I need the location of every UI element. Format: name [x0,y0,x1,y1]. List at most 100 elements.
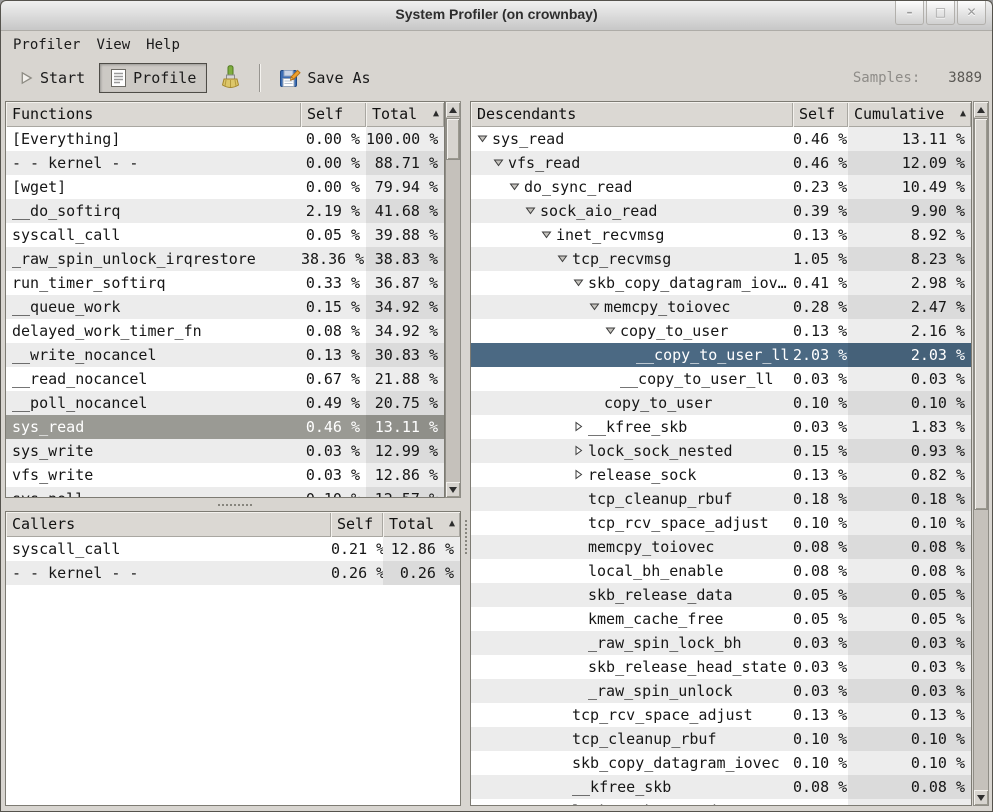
table-row[interactable]: syscall_call0.05 %39.88 % [6,223,444,247]
expander-open-icon[interactable] [541,223,556,247]
table-row[interactable]: [wget]0.00 %79.94 % [6,175,444,199]
expander-open-icon[interactable] [509,175,524,199]
menu-profiler[interactable]: Profiler [5,32,88,58]
table-row[interactable]: - - kernel - -0.00 %88.71 % [6,151,444,175]
scrollbar-thumb[interactable] [446,118,460,160]
functions-panel: Functions Self Total▲ [Everything]0.00 %… [5,101,445,498]
expander-open-icon[interactable] [605,319,620,343]
column-header-self[interactable]: Self [793,102,848,127]
function-name-cell: delayed_work_timer_fn [6,319,301,343]
menu-view[interactable]: View [88,32,138,58]
scroll-down-button[interactable] [974,790,988,805]
table-row[interactable]: __queue_work0.15 %34.92 % [6,295,444,319]
column-header-cumulative[interactable]: Cumulative▲ [848,102,971,127]
expander-open-icon[interactable] [525,199,540,223]
tree-row[interactable]: sock_aio_read0.39 %9.90 % [471,199,971,223]
table-row[interactable]: __write_nocancel0.13 %30.83 % [6,343,444,367]
tree-row[interactable]: local_bh_enable0.08 %0.08 % [471,559,971,583]
expander-open-icon[interactable] [557,247,572,271]
minimize-button[interactable]: – [895,1,924,25]
table-row[interactable]: _raw_spin_unlock_irqrestore38.36 %38.83 … [6,247,444,271]
expander-closed-icon[interactable] [573,439,588,463]
tree-row[interactable]: copy_to_user0.10 %0.10 % [471,391,971,415]
table-row[interactable]: syscall_call0.21 %12.86 % [6,537,460,561]
close-button[interactable]: ✕ [957,1,986,25]
column-header-total[interactable]: Total▲ [366,102,444,127]
expander-open-icon[interactable] [493,151,508,175]
expander-closed-icon[interactable] [573,463,588,487]
tree-row[interactable]: release_sock0.13 %0.82 % [471,463,971,487]
function-name: sys_read [12,415,84,439]
tree-row[interactable]: __kfree_skb0.08 %0.08 % [471,775,971,799]
tree-row[interactable]: kmem_cache_free0.05 %0.05 % [471,607,971,631]
tree-row[interactable]: sys_read0.46 %13.11 % [471,127,971,151]
maximize-button[interactable]: □ [926,1,955,25]
save-as-button[interactable]: Save As [271,63,378,93]
table-row[interactable]: delayed_work_timer_fn0.08 %34.92 % [6,319,444,343]
scroll-up-button[interactable] [974,102,988,117]
tree-row[interactable]: tcp_cleanup_rbuf0.10 %0.10 % [471,727,971,751]
menu-help[interactable]: Help [138,32,188,58]
function-name: __read_nocancel [12,367,147,391]
descendants-scrollbar[interactable] [973,101,989,806]
scroll-down-button[interactable] [446,482,460,497]
self-value: 0.49 % [301,391,366,415]
scrollbar-thumb[interactable] [974,118,988,510]
column-header-callers[interactable]: Callers [6,512,331,537]
tree-row[interactable]: do_sync_read0.23 %10.49 % [471,175,971,199]
splitter-grip [464,519,468,555]
tree-row[interactable]: _raw_spin_lock_bh0.03 %0.03 % [471,631,971,655]
table-row[interactable]: vfs_write0.03 %12.86 % [6,463,444,487]
tree-row[interactable]: tcp_recvmsg1.05 %8.23 % [471,247,971,271]
expander-open-icon[interactable] [573,271,588,295]
tree-row[interactable]: skb_copy_datagram_iovec0.10 %0.10 % [471,751,971,775]
functions-scrollbar[interactable] [445,101,461,498]
expander-open-icon[interactable] [589,295,604,319]
function-name: delayed_work_timer_fn [12,319,202,343]
table-row[interactable]: __read_nocancel0.67 %21.88 % [6,367,444,391]
column-header-self[interactable]: Self [331,512,383,537]
table-row[interactable]: sys_read0.46 %13.11 % [6,415,444,439]
scroll-up-button[interactable] [446,102,460,117]
table-row[interactable]: __poll_nocancel0.49 %20.75 % [6,391,444,415]
tree-row[interactable]: memcpy_toiovec0.08 %0.08 % [471,535,971,559]
tree-row[interactable]: inet_recvmsg0.13 %8.92 % [471,223,971,247]
titlebar[interactable]: System Profiler (on crownbay) – □ ✕ [1,1,992,31]
reset-button[interactable] [211,61,249,95]
tree-row[interactable]: skb_copy_datagram_iov…0.41 %2.98 % [471,271,971,295]
table-row[interactable]: [Everything]0.00 %100.00 % [6,127,444,151]
tree-row[interactable]: __copy_to_user_ll2.03 %2.03 % [471,343,971,367]
table-row[interactable]: sys_poll0.10 %12.57 % [6,487,444,497]
vertical-splitter[interactable] [461,101,470,806]
tree-row[interactable]: memcpy_toiovec0.28 %2.47 % [471,295,971,319]
tree-row[interactable]: copy_to_user0.13 %2.16 % [471,319,971,343]
profile-toggle-button[interactable]: Profile [99,63,207,93]
tree-row[interactable]: skb_release_data0.05 %0.05 % [471,583,971,607]
tree-row[interactable]: vfs_read0.46 %12.09 % [471,151,971,175]
table-row[interactable]: - - kernel - -0.26 %0.26 % [6,561,460,585]
function-name-cell: [Everything] [6,127,301,151]
tree-row[interactable]: __copy_to_user_ll0.03 %0.03 % [471,367,971,391]
table-row[interactable]: run_timer_softirq0.33 %36.87 % [6,271,444,295]
tree-row[interactable]: lock_sock_nested0.15 %0.93 % [471,439,971,463]
function-name: - - kernel - - [12,561,138,585]
column-header-total[interactable]: Total▲ [383,512,460,537]
expander-open-icon[interactable] [477,127,492,151]
horizontal-splitter[interactable] [5,498,461,511]
tree-row[interactable]: _raw_spin_unlock0.03 %0.03 % [471,679,971,703]
tree-row[interactable]: skb_release_head_state0.03 %0.03 % [471,655,971,679]
tree-row[interactable]: __kfree_skb0.03 %1.83 % [471,415,971,439]
column-header-descendants[interactable]: Descendants [471,102,793,127]
table-row[interactable]: __do_softirq2.19 %41.68 % [6,199,444,223]
start-button[interactable]: Start [11,65,93,91]
tree-row[interactable]: tcp_rcv_space_adjust0.13 %0.13 % [471,703,971,727]
column-header-self[interactable]: Self [301,102,366,127]
expander-closed-icon[interactable] [573,415,588,439]
tree-row[interactable]: tcp_rcv_space_adjust0.10 %0.10 % [471,511,971,535]
function-name: skb_copy_datagram_iov… [588,271,787,295]
self-value: 0.03 % [301,463,366,487]
tree-row[interactable]: tcp_cleanup_rbuf0.18 %0.18 % [471,487,971,511]
column-header-functions[interactable]: Functions [6,102,301,127]
table-row[interactable]: sys_write0.03 %12.99 % [6,439,444,463]
tree-row[interactable]: lock_sock_nested0.03 %0.03 % [471,799,971,805]
